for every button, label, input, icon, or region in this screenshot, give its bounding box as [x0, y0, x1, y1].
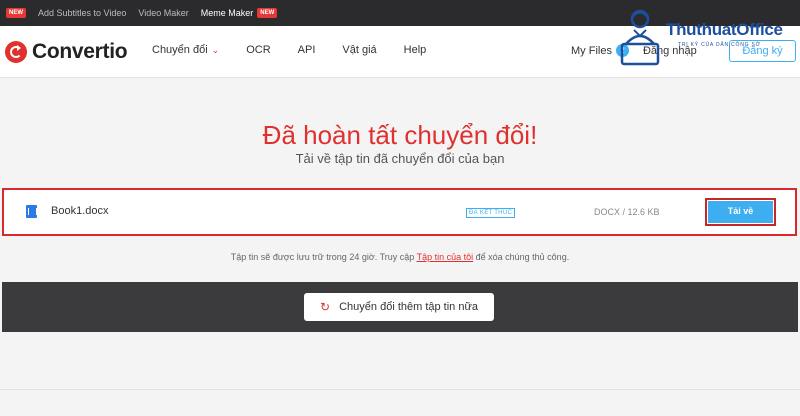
- top-strip-label: Meme Maker: [200, 8, 254, 18]
- nav-label: Chuyển đổi: [152, 44, 208, 56]
- nav-item-help[interactable]: Help: [404, 44, 427, 56]
- logo[interactable]: Convertio: [5, 40, 128, 64]
- top-strip-item-subtitles[interactable]: Add Subtitles to Video: [38, 8, 126, 18]
- my-files-link-note[interactable]: Tập tin của tôi: [417, 252, 474, 262]
- watermark-title: ThuthuatOffice: [666, 20, 783, 39]
- top-strip-item-video-maker[interactable]: Video Maker: [138, 8, 188, 18]
- my-files-link[interactable]: My Files: [571, 45, 612, 57]
- file-size: DOCX / 12.6 KB: [594, 207, 660, 217]
- footer-divider: [0, 389, 800, 390]
- top-strip-label: Add Subtitles to Video: [38, 8, 127, 18]
- chevron-down-icon: ⌄: [211, 44, 220, 55]
- docx-file-icon: [26, 205, 37, 218]
- nav-item-pricing[interactable]: Vật giá: [342, 44, 376, 56]
- top-strip-item-meme-maker[interactable]: Meme Maker NEW: [201, 8, 278, 18]
- nav-label: API: [297, 44, 316, 56]
- top-strip-item-new[interactable]: NEW: [6, 8, 26, 18]
- nav-item-convert[interactable]: Chuyển đổi ⌄: [152, 44, 219, 56]
- new-badge: NEW: [6, 8, 26, 18]
- file-row: Book1.docx ĐÃ KẾT THÚC DOCX / 12.6 KB Tả…: [2, 188, 797, 236]
- new-badge: NEW: [257, 8, 278, 18]
- convert-more-button[interactable]: ↻ Chuyển đổi thêm tập tin nữa: [304, 293, 494, 321]
- nav-label: Vật giá: [342, 44, 377, 56]
- page-subtitle: Tải về tập tin đã chuyển đổi của bạn: [295, 151, 505, 166]
- convertio-logo-icon: [5, 41, 27, 63]
- note-text-after: để xóa chúng thủ công.: [473, 252, 570, 262]
- note-text-before: Tập tin sẽ được lưu trữ trong 24 giờ. Tr…: [230, 252, 417, 262]
- convert-more-label: Chuyển đổi thêm tập tin nữa: [339, 301, 478, 313]
- page-title: Đã hoàn tất chuyển đổi!: [262, 120, 538, 150]
- download-highlight: Tải về: [705, 198, 776, 226]
- top-strip-label: Video Maker: [138, 8, 189, 18]
- nav-label: OCR: [246, 44, 271, 56]
- retention-note: Tập tin sẽ được lưu trữ trong 24 giờ. Tr…: [0, 252, 800, 262]
- refresh-icon: ↻: [320, 300, 331, 314]
- download-button[interactable]: Tải về: [708, 201, 773, 223]
- office-worker-icon: [620, 9, 660, 66]
- watermark-logo: ThuthuatOffice TRI KỶ CỦA DÂN CÔNG SỞ: [614, 2, 800, 68]
- file-name: Book1.docx: [51, 205, 109, 217]
- watermark-subtitle: TRI KỶ CỦA DÂN CÔNG SỞ: [678, 42, 761, 48]
- main-nav: Chuyển đổi ⌄ OCR API Vật giá Help: [152, 44, 453, 56]
- status-badge: ĐÃ KẾT THÚC: [466, 208, 516, 218]
- nav-label: Help: [403, 44, 427, 56]
- nav-item-ocr[interactable]: OCR: [246, 44, 270, 56]
- nav-item-api[interactable]: API: [298, 44, 316, 56]
- logo-text: Convertio: [32, 40, 128, 63]
